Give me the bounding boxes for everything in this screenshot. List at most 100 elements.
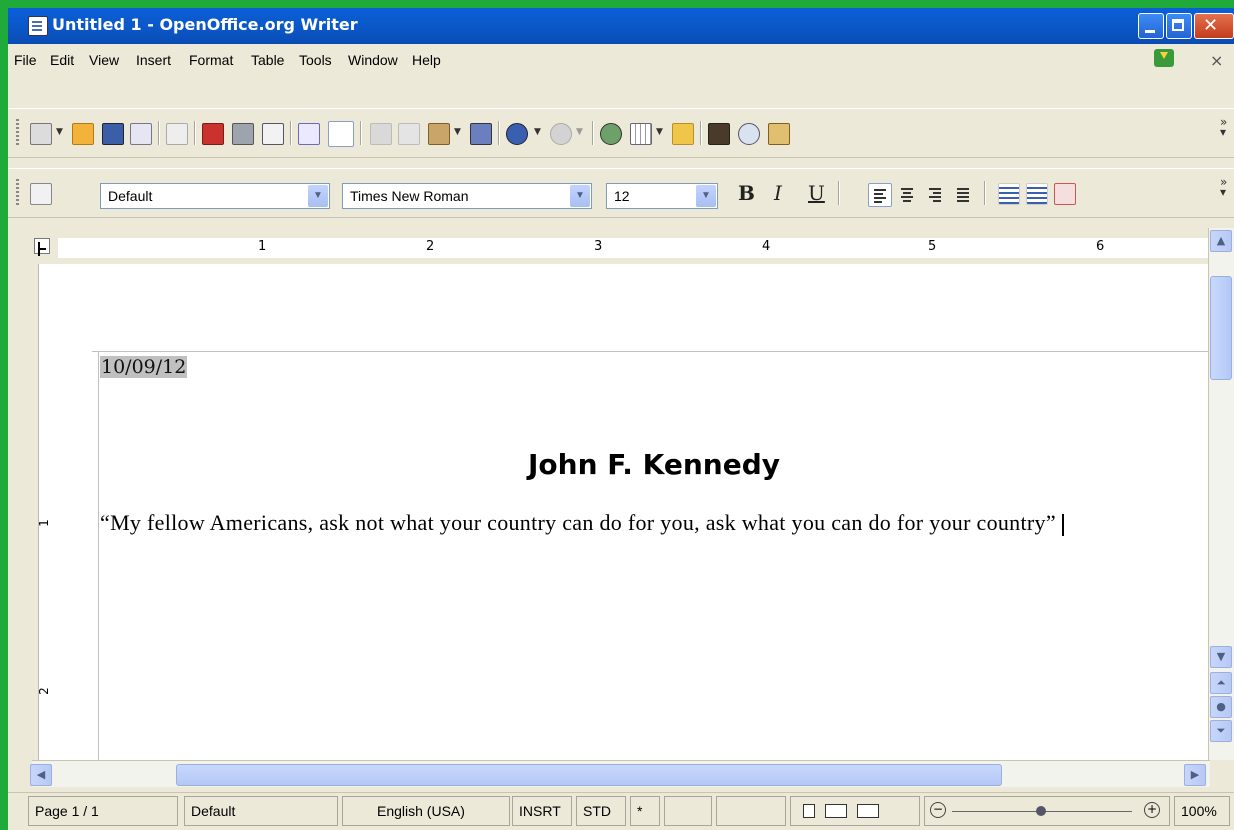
undo-icon[interactable] (506, 123, 528, 145)
multi-page-icon[interactable] (824, 804, 847, 818)
scroll-down-button[interactable]: ▼ (1210, 646, 1232, 668)
paste-dropdown-icon[interactable]: ▼ (454, 127, 461, 137)
align-center-button[interactable] (896, 183, 920, 207)
maximize-button[interactable] (1166, 13, 1192, 39)
numbering-icon[interactable] (998, 183, 1020, 205)
cut-icon[interactable] (370, 123, 392, 145)
scroll-up-button[interactable]: ▲ (1210, 230, 1232, 252)
insert-mode-indicator[interactable]: INSRT (512, 796, 572, 826)
scroll-left-button[interactable]: ◀ (30, 764, 52, 786)
justify-button[interactable] (952, 183, 976, 207)
next-page-button[interactable]: ⏷ (1210, 720, 1232, 742)
menu-format[interactable]: Format (189, 52, 233, 68)
horizontal-scroll-thumb[interactable] (176, 764, 1002, 786)
bullets-icon[interactable] (1026, 183, 1048, 205)
decrease-indent-icon[interactable] (1054, 183, 1076, 205)
menu-help[interactable]: Help (412, 52, 441, 68)
formatting-toolbar: Default ▼ Times New Roman ▼ 12 ▼ B I U »… (8, 168, 1234, 218)
font-size-combo[interactable]: 12 ▼ (606, 183, 718, 209)
book-view-icon[interactable] (856, 804, 879, 818)
table-icon[interactable] (630, 123, 652, 145)
view-layout-selector[interactable] (790, 796, 920, 826)
zoom-in-icon[interactable]: + (1144, 802, 1160, 818)
date-field[interactable]: 10/09/12 (100, 356, 188, 378)
font-name-combo[interactable]: Times New Roman ▼ (342, 183, 592, 209)
quote-paragraph[interactable]: “My fellow Americans, ask not what your … (100, 508, 1200, 538)
print-icon[interactable] (232, 123, 254, 145)
ruler-track[interactable] (58, 238, 1208, 258)
spellcheck-icon[interactable] (298, 123, 320, 145)
previous-page-button[interactable]: ⏶ (1210, 672, 1232, 694)
vertical-scroll-thumb[interactable] (1210, 276, 1232, 380)
modified-indicator[interactable]: * (630, 796, 660, 826)
menu-tools[interactable]: Tools (299, 52, 332, 68)
minimize-button[interactable] (1138, 13, 1164, 39)
draw-functions-icon[interactable] (672, 123, 694, 145)
menu-insert[interactable]: Insert (136, 52, 171, 68)
save-icon[interactable] (102, 123, 124, 145)
toolbar-grip-icon[interactable] (16, 119, 19, 147)
tab-stop-selector-icon[interactable] (34, 238, 50, 254)
styles-formatting-icon[interactable] (30, 183, 52, 205)
zoom-percentage[interactable]: 100% (1174, 796, 1230, 826)
paragraph-style-combo[interactable]: Default ▼ (100, 183, 330, 209)
toolbar-more-icon[interactable]: » ▾ (1220, 176, 1227, 198)
digital-signature-indicator[interactable] (664, 796, 712, 826)
italic-button[interactable]: I (774, 181, 782, 205)
close-window-button[interactable] (1194, 13, 1234, 39)
vertical-ruler-track[interactable] (38, 264, 57, 760)
align-right-button[interactable] (924, 183, 948, 207)
toolbar-separator (290, 121, 291, 145)
page-style-indicator[interactable]: Default (184, 796, 338, 826)
paste-icon[interactable] (428, 123, 450, 145)
quote-text[interactable]: “My fellow Americans, ask not what your … (100, 510, 1056, 535)
bold-button[interactable]: B (738, 181, 755, 205)
toolbar-separator (158, 121, 159, 145)
chevron-down-icon[interactable]: ▼ (308, 185, 328, 207)
menu-edit[interactable]: Edit (50, 52, 74, 68)
new-dropdown-icon[interactable]: ▼ (56, 127, 63, 137)
selection-mode-indicator[interactable]: STD (576, 796, 626, 826)
redo-dropdown-icon[interactable]: ▼ (576, 127, 583, 137)
redo-icon[interactable] (550, 123, 572, 145)
email-icon[interactable] (130, 123, 152, 145)
menu-window[interactable]: Window (348, 52, 398, 68)
toolbar-more-icon[interactable]: » ▾ (1220, 116, 1227, 138)
menu-view[interactable]: View (89, 52, 119, 68)
navigation-button[interactable]: ● (1210, 696, 1232, 718)
page-indicator[interactable]: Page 1 / 1 (28, 796, 178, 826)
edit-file-icon[interactable] (166, 123, 188, 145)
autospellcheck-icon[interactable] (328, 121, 354, 147)
zoom-out-icon[interactable]: − (930, 802, 946, 818)
document-heading[interactable]: John F. Kennedy (528, 448, 780, 481)
format-paintbrush-icon[interactable] (470, 123, 492, 145)
language-indicator[interactable]: English (USA) (342, 796, 510, 826)
toolbar-grip-icon[interactable] (16, 179, 19, 207)
paragraph-style-value: Default (108, 188, 153, 204)
underline-button[interactable]: U (808, 181, 825, 205)
zoom-thumb[interactable] (1036, 806, 1046, 816)
menu-table[interactable]: Table (251, 52, 284, 68)
single-page-icon[interactable] (803, 804, 815, 818)
vertical-ruler-number: 1 (36, 519, 51, 527)
undo-dropdown-icon[interactable]: ▼ (534, 127, 541, 137)
menu-file[interactable]: File (14, 52, 37, 68)
open-folder-icon[interactable] (72, 123, 94, 145)
chevron-down-icon[interactable]: ▼ (570, 185, 590, 207)
export-pdf-icon[interactable] (202, 123, 224, 145)
new-document-icon[interactable] (30, 123, 52, 145)
table-dropdown-icon[interactable]: ▼ (656, 127, 663, 137)
chevron-down-icon[interactable]: ▼ (696, 185, 716, 207)
copy-icon[interactable] (398, 123, 420, 145)
gallery-icon[interactable] (768, 123, 790, 145)
scroll-right-button[interactable]: ▶ (1184, 764, 1206, 786)
find-replace-icon[interactable] (708, 123, 730, 145)
close-document-button[interactable]: × (1210, 51, 1223, 70)
hyperlink-icon[interactable] (600, 123, 622, 145)
title-bar[interactable]: Untitled 1 - OpenOffice.org Writer (8, 8, 1234, 44)
page-preview-icon[interactable] (262, 123, 284, 145)
update-available-icon[interactable] (1154, 49, 1174, 67)
align-left-button[interactable] (868, 183, 892, 207)
navigator-icon[interactable] (738, 123, 760, 145)
object-info-indicator (716, 796, 786, 826)
